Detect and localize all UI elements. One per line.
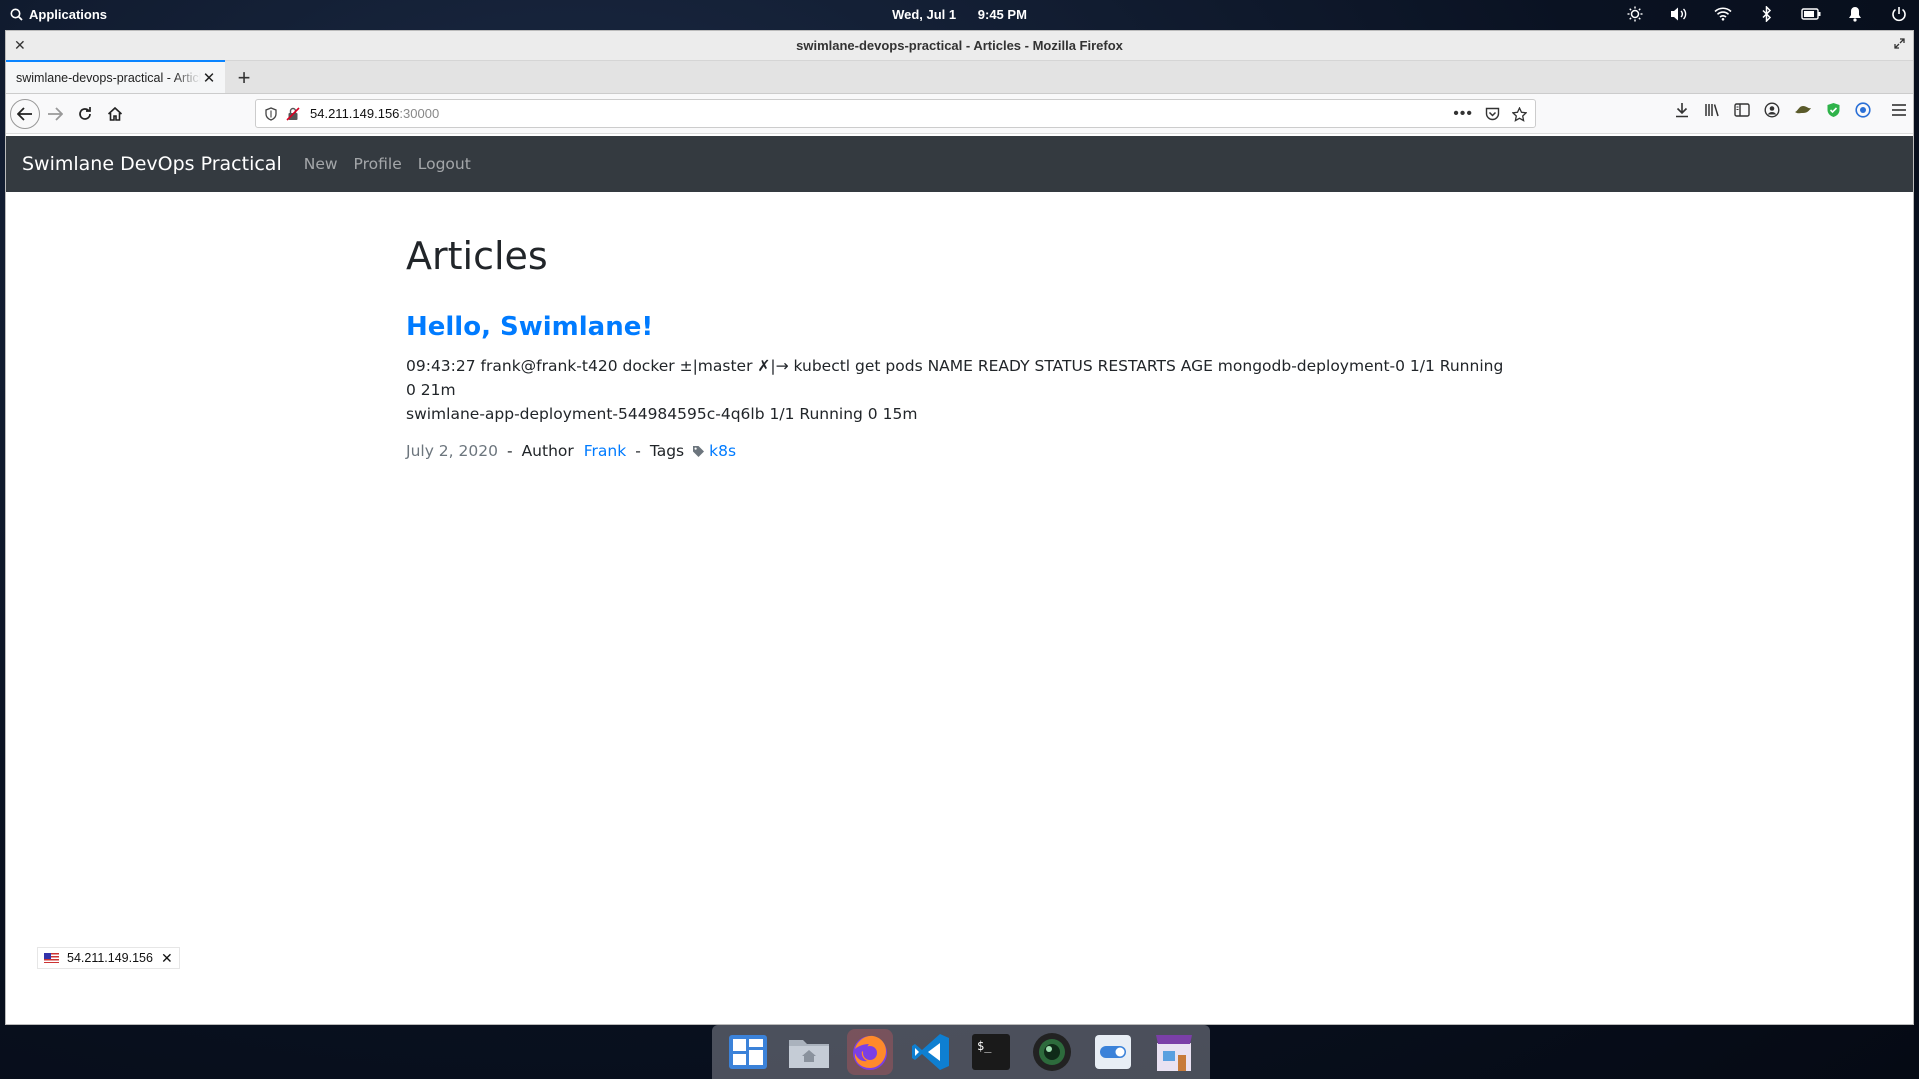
firefox-window: ✕ swimlane-devops-practical - Articles -… [5,30,1914,1025]
article-title-link[interactable]: Hello, Swimlane! [406,312,1516,342]
firefox-icon[interactable] [846,1029,893,1075]
url-host: 54.211.149.156 [310,106,400,121]
page-actions-icon[interactable]: ••• [1453,105,1473,123]
nav-link-new[interactable]: New [304,155,338,173]
power-icon[interactable] [1889,4,1909,24]
clock-time: 9:45 PM [977,7,1027,22]
web-page: Swimlane DevOps Practical New Profile Lo… [6,136,1913,1024]
system-top-panel: Applications Wed, Jul 1 9:45 PM [0,0,1919,29]
battery-icon[interactable] [1801,4,1821,24]
reload-button[interactable] [70,99,100,129]
us-flag-icon [44,953,59,963]
tag-icon [692,445,705,458]
nav-link-profile[interactable]: Profile [354,155,402,173]
tracking-protection-icon[interactable] [264,106,278,121]
page-title: Articles [406,234,548,278]
sidebar-icon[interactable] [1734,103,1750,117]
downloads-icon[interactable] [1674,102,1690,118]
meta-separator: - [506,442,513,460]
article-meta: July 2, 2020 - Author Frank - Tags k8s [406,442,1516,460]
bookmark-star-icon[interactable] [1512,106,1527,122]
applications-menu[interactable]: Applications [10,7,107,22]
toolbar-right-icons [1674,102,1907,118]
home-button[interactable] [100,99,130,129]
tag-link[interactable]: k8s [709,442,736,460]
window-maximize-button[interactable] [1894,37,1905,52]
ip-indicator-badge[interactable]: 54.211.149.156 ✕ [37,947,180,969]
back-button[interactable] [10,98,40,129]
arrow-right-icon [48,106,63,121]
terminal-icon[interactable]: $_ [968,1029,1014,1075]
maximize-icon [1894,38,1905,49]
article-body: 09:43:27 frank@frank-t420 docker ±|maste… [406,354,1516,426]
window-titlebar[interactable]: ✕ swimlane-devops-practical - Articles -… [6,31,1913,61]
settings-toggle-icon[interactable] [1090,1029,1136,1075]
dock: $_ [712,1025,1210,1079]
meta-separator: - [635,442,641,460]
account-icon[interactable] [1764,102,1780,118]
reload-icon [79,106,91,120]
shield-extension-icon[interactable] [1826,102,1841,118]
window-title: swimlane-devops-practical - Articles - M… [796,38,1123,53]
store-icon[interactable] [1151,1029,1197,1075]
tab-close-button[interactable]: ✕ [201,70,217,87]
tab-title: swimlane-devops-practical - Articles [16,70,201,85]
forward-button[interactable] [40,99,70,129]
vscode-icon[interactable] [908,1029,954,1075]
pocket-icon[interactable] [1485,107,1500,121]
url-port: :30000 [399,106,440,121]
arrow-left-icon [17,106,32,121]
window-close-button[interactable]: ✕ [14,37,26,54]
notifications-icon[interactable] [1845,4,1865,24]
tab-strip: swimlane-devops-practical - Articles ✕ + [6,60,1913,94]
svg-text:$_: $_ [977,1039,992,1053]
applications-label: Applications [29,7,108,22]
ip-badge-close-button[interactable]: ✕ [161,950,173,967]
workspaces-icon[interactable] [725,1029,771,1075]
extension-puzzle-icon[interactable] [1794,103,1812,117]
menu-hamburger-icon[interactable] [1891,103,1907,117]
navigation-toolbar: 54.211.149.156:30000 ••• [6,94,1913,134]
tab-articles[interactable]: swimlane-devops-practical - Articles ✕ [6,60,225,93]
article-body-line: 09:43:27 frank@frank-t420 docker ±|maste… [406,357,1504,399]
brightness-icon[interactable] [1625,4,1645,24]
clock-date: Wed, Jul 1 [892,7,957,22]
wifi-icon[interactable] [1713,4,1733,24]
nav-link-logout[interactable]: Logout [418,155,471,173]
home-icon [107,106,123,121]
app-brand[interactable]: Swimlane DevOps Practical [22,153,282,175]
bluetooth-icon[interactable] [1757,4,1777,24]
files-icon[interactable] [786,1029,832,1075]
vpn-extension-icon[interactable] [1855,102,1871,118]
camera-icon[interactable] [1029,1029,1075,1075]
volume-icon[interactable] [1669,4,1689,24]
article-body-line: swimlane-app-deployment-544984595c-4q6lb… [406,405,918,423]
tags-label: Tags [649,442,685,460]
author-link[interactable]: Frank [584,442,626,460]
app-navbar: Swimlane DevOps Practical New Profile Lo… [6,136,1913,192]
article-date: July 2, 2020 [406,442,498,460]
insecure-lock-icon[interactable] [286,106,300,121]
author-label: Author [521,442,574,460]
url-bar[interactable]: 54.211.149.156:30000 ••• [255,99,1536,128]
new-tab-button[interactable]: + [229,63,259,93]
search-icon [10,8,23,21]
article-preview: Hello, Swimlane! 09:43:27 frank@frank-t4… [406,312,1516,460]
system-tray [1625,4,1909,24]
main-container: Articles Hello, Swimlane! 09:43:27 frank… [406,192,1516,460]
ip-address: 54.211.149.156 [67,951,153,965]
library-icon[interactable] [1704,102,1720,118]
